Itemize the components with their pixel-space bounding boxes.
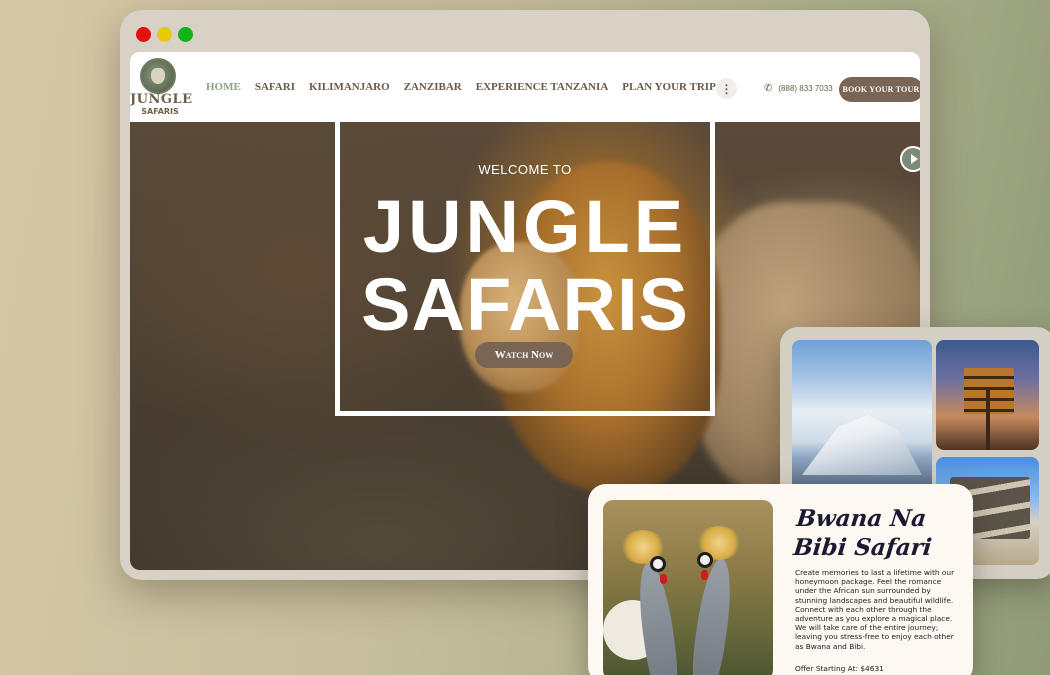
package-offer-price: Offer Starting At: $4631 [795,664,884,673]
package-card: Bwana Na Bibi Safari Create memories to … [588,484,973,675]
hero-title-line2: SAFARIS [361,263,689,346]
phone-icon: ✆ [764,83,773,94]
nav-home[interactable]: HOME [206,81,241,93]
vertical-dots-icon: ⋮ [720,81,733,96]
phone-link[interactable]: ✆ (888) 833 7033 [764,83,833,94]
nav-experience-tanzania[interactable]: EXPERIENCE TANZANIA [476,81,609,93]
nav-safari[interactable]: SAFARI [255,81,295,93]
elephant-lion-logo-icon [140,58,176,94]
nav-kilimanjaro[interactable]: KILIMANJARO [309,81,390,93]
site-logo[interactable]: JUNGLE SAFARIS [130,56,192,118]
crane-head-left [650,556,666,572]
package-title-line1: Bwana Na [795,505,928,532]
play-icon [910,154,918,164]
package-description: Create memories to last a lifetime with … [795,568,955,651]
nav-zanzibar[interactable]: ZANZIBAR [404,81,462,93]
hero-welcome-text: WELCOME TO [478,162,572,177]
summit-signpost-image [936,340,1039,450]
close-window-button[interactable] [136,27,151,42]
logo-text-safaris: SAFARIS [141,107,179,116]
phone-number: (888) 833 7033 [778,84,833,93]
slider-play-button[interactable] [900,146,920,172]
maximize-window-button[interactable] [178,27,193,42]
watch-now-button[interactable]: Watch Now [475,342,573,368]
site-header: JUNGLE SAFARIS HOME SAFARI KILIMANJARO Z… [130,52,920,122]
book-tour-button[interactable]: BOOK YOUR TOUR [839,77,920,102]
more-menu-button[interactable]: ⋮ [716,78,737,99]
crane-wattle-left [660,574,667,584]
package-title-line2: Bibi Safari [792,534,934,561]
crane-wattle-right [701,570,708,580]
package-title: Bwana Na Bibi Safari [792,504,968,562]
hero-title-line1: JUNGLE [362,185,688,268]
minimize-window-button[interactable] [157,27,172,42]
nav-plan-your-trip[interactable]: PLAN YOUR TRIP [622,81,716,93]
main-nav: HOME SAFARI KILIMANJARO ZANZIBAR EXPERIE… [206,81,730,93]
crane-head-right [697,552,713,568]
logo-text-jungle: JUNGLE [130,92,193,107]
crowned-cranes-image [603,500,773,675]
crane-neck-right [687,556,737,675]
